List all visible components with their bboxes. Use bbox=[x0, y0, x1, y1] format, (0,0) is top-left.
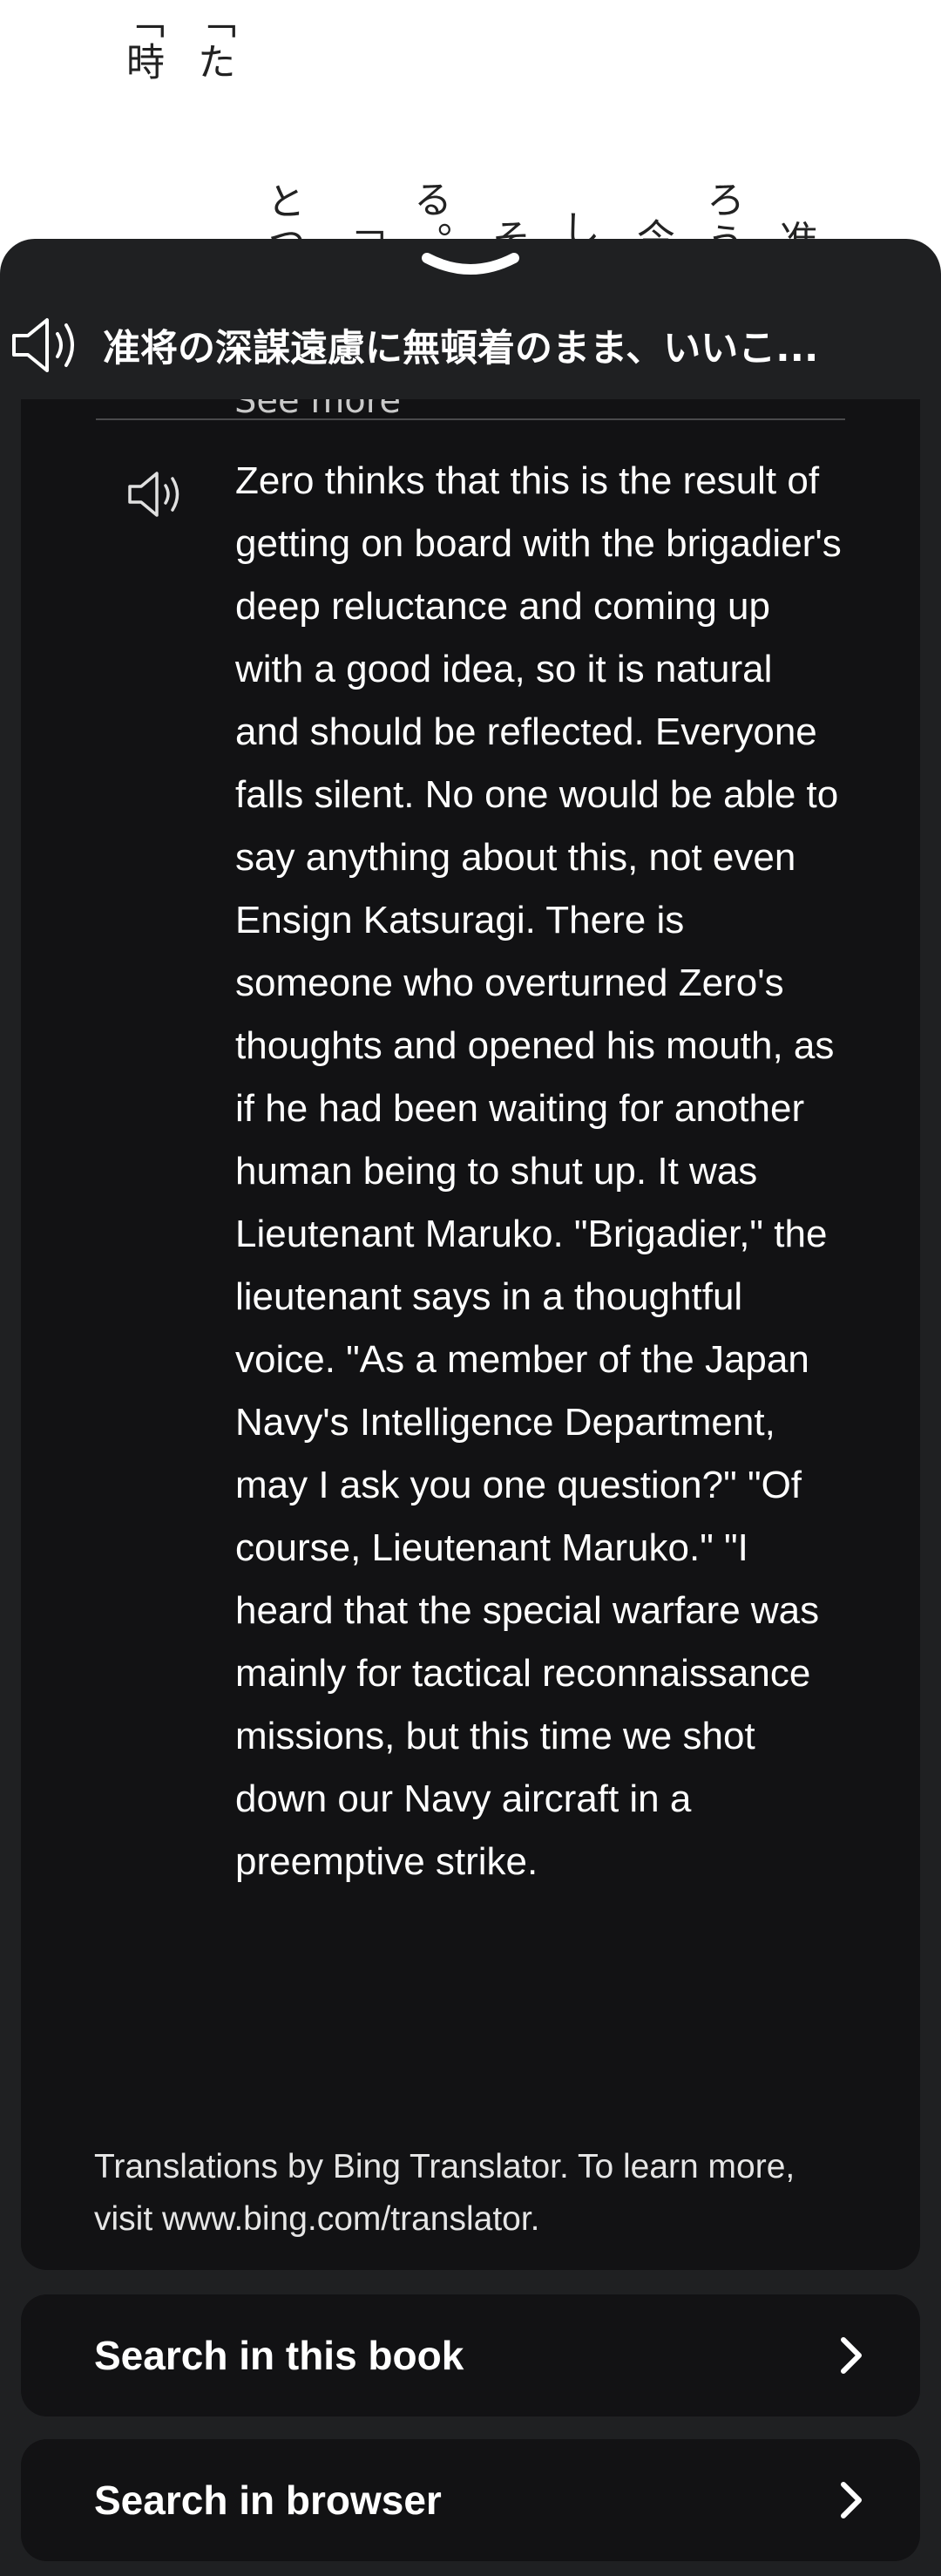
search-in-book-button[interactable]: Search in this book bbox=[21, 2294, 920, 2416]
translation-card: See more Zero thinks that this is the re… bbox=[21, 399, 920, 2270]
chevron-right-icon bbox=[841, 2337, 862, 2374]
speaker-icon[interactable] bbox=[10, 315, 84, 376]
see-more-link[interactable]: See more bbox=[234, 399, 401, 425]
selected-text: 准将の深謀遠慮に無頓着のまま、いいこ... bbox=[103, 327, 819, 370]
chevron-down-icon[interactable] bbox=[420, 251, 521, 286]
selected-text-header: 准将の深謀遠慮に無頓着のまま、いいこ... bbox=[0, 291, 941, 399]
translation-bottom-sheet: 准将の深謀遠慮に無頓着のまま、いいこ... See more Zero thin… bbox=[0, 239, 941, 2576]
search-in-browser-label: Search in browser bbox=[94, 2477, 442, 2523]
translation-credit: Translations by Bing Translator. To lear… bbox=[94, 2148, 795, 2238]
divider bbox=[96, 418, 845, 420]
translation-text: Zero thinks that this is the result of g… bbox=[235, 459, 842, 1883]
book-text-column: 「時 bbox=[119, 0, 164, 84]
search-in-book-label: Search in this book bbox=[94, 2333, 464, 2378]
search-in-browser-button[interactable]: Search in browser bbox=[21, 2439, 920, 2561]
book-text-column: 「た bbox=[191, 0, 235, 84]
speaker-icon[interactable] bbox=[127, 469, 186, 520]
chevron-right-icon bbox=[841, 2482, 862, 2518]
